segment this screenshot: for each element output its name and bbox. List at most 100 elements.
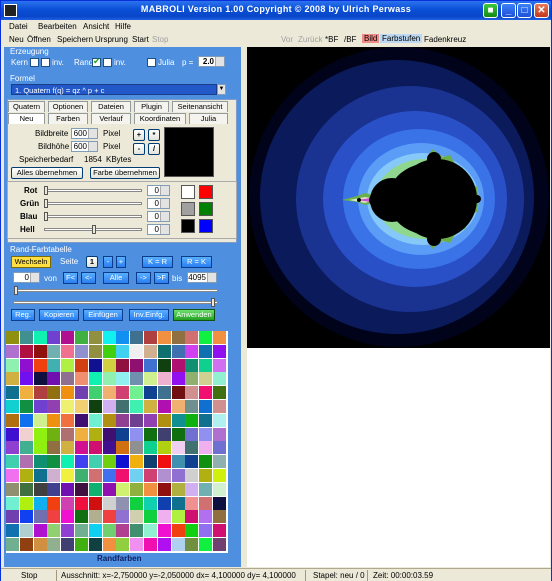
palette-cell[interactable] [61,372,75,386]
palette-cell[interactable] [61,400,75,413]
palette-cell[interactable] [130,413,144,427]
swatch-gray[interactable] [181,202,195,216]
palette-cell[interactable] [185,427,199,441]
palette-cell[interactable] [102,344,116,358]
palette-cell[interactable] [157,358,171,372]
palette-cell[interactable] [102,455,116,469]
palette-cell[interactable] [130,469,144,482]
palette-cell[interactable] [116,331,130,344]
palette-cell[interactable] [171,524,185,538]
palette-cell[interactable] [157,496,171,510]
tab-julia[interactable]: Julia [189,113,228,124]
palette-cell[interactable] [61,441,75,455]
palette-cell[interactable] [144,441,157,455]
palette-cell[interactable] [116,496,130,510]
stop-button[interactable]: Stop [152,35,168,44]
palette-cell[interactable] [116,524,130,538]
von-input[interactable]: 0 [13,272,40,283]
palette-cell[interactable] [88,358,102,372]
palette-cell[interactable] [185,441,199,455]
palette-cell[interactable] [6,413,19,427]
palette-cell[interactable] [199,455,213,469]
palette-cell[interactable] [116,441,130,455]
tab-koordinaten[interactable]: Koordinaten [134,113,186,124]
seite-minus-button[interactable]: - [103,256,113,268]
palette-cell[interactable] [61,331,75,344]
palette-cell[interactable] [6,358,19,372]
kern-inv-checkbox[interactable] [41,58,50,67]
palette-cell[interactable] [157,538,171,551]
palette-cell[interactable] [102,469,116,482]
palette-cell[interactable] [61,510,75,524]
palette-cell[interactable] [75,441,88,455]
palette-cell[interactable] [19,482,33,496]
palette-cell[interactable] [199,400,213,413]
palette-cell[interactable] [88,455,102,469]
gruen-input[interactable]: 0 [147,198,170,209]
palette-cell[interactable] [130,331,144,344]
palette-cell[interactable] [6,344,19,358]
palette-cell[interactable] [6,386,19,400]
palette-cell[interactable] [199,344,213,358]
palette-cell[interactable] [199,496,213,510]
palette-cell[interactable] [199,331,213,344]
palette-cell[interactable] [33,469,47,482]
palette-cell[interactable] [47,482,61,496]
palette-cell[interactable] [6,469,19,482]
rand-checkbox[interactable] [92,56,101,67]
reg-button[interactable]: Reg. [11,309,35,321]
tab-plugin[interactable]: Plugin [134,101,169,112]
palette-cell[interactable] [33,524,47,538]
palette-cell[interactable] [6,400,19,413]
palette-cell[interactable] [75,372,88,386]
palette-cell[interactable] [213,524,226,538]
palette-cell[interactable] [199,386,213,400]
palette-cell[interactable] [130,496,144,510]
palette-cell[interactable] [88,413,102,427]
bf-button[interactable]: /BF [344,35,356,44]
plus-button[interactable]: + [133,129,145,141]
palette-cell[interactable] [130,386,144,400]
multiply-button[interactable]: * [148,129,160,141]
last-button[interactable]: >F [154,272,169,284]
palette-cell[interactable] [75,469,88,482]
offnen-button[interactable]: Öffnen [27,35,51,44]
palette-cell[interactable] [185,496,199,510]
speichern-button[interactable]: Speichern [57,35,93,44]
palette-cell[interactable] [47,413,61,427]
palette-cell[interactable] [213,358,226,372]
palette-cell[interactable] [185,400,199,413]
palette-cell[interactable] [144,413,157,427]
palette-cell[interactable] [102,524,116,538]
palette-cell[interactable] [116,358,130,372]
palette-cell[interactable] [144,482,157,496]
palette-cell[interactable] [185,386,199,400]
tab-neu[interactable]: Neu [8,113,45,124]
palette-cell[interactable] [144,455,157,469]
palette-cell[interactable] [171,427,185,441]
swatch-red[interactable] [199,185,213,199]
palette-cell[interactable] [19,455,33,469]
palette-cell[interactable] [116,400,130,413]
palette-cell[interactable] [47,441,61,455]
palette-cell[interactable] [33,358,47,372]
palette-cell[interactable] [61,524,75,538]
bf-star-button[interactable]: *BF [325,35,338,44]
palette-cell[interactable] [171,344,185,358]
palette-cell[interactable] [157,469,171,482]
gruen-thumb[interactable] [44,199,48,208]
palette-cell[interactable] [102,413,116,427]
palette-cell[interactable] [185,372,199,386]
palette-cell[interactable] [116,455,130,469]
palette-cell[interactable] [75,538,88,551]
palette-cell[interactable] [88,441,102,455]
rot-input[interactable]: 0 [147,185,170,196]
kopieren-button[interactable]: Kopieren [39,309,79,321]
palette-cell[interactable] [130,455,144,469]
bild-button[interactable]: Bild [362,34,380,43]
palette-cell[interactable] [33,510,47,524]
palette-cell[interactable] [185,538,199,551]
palette-cell[interactable] [144,524,157,538]
ursprung-button[interactable]: Ursprung [95,35,128,44]
swatch-blue[interactable] [199,219,213,233]
